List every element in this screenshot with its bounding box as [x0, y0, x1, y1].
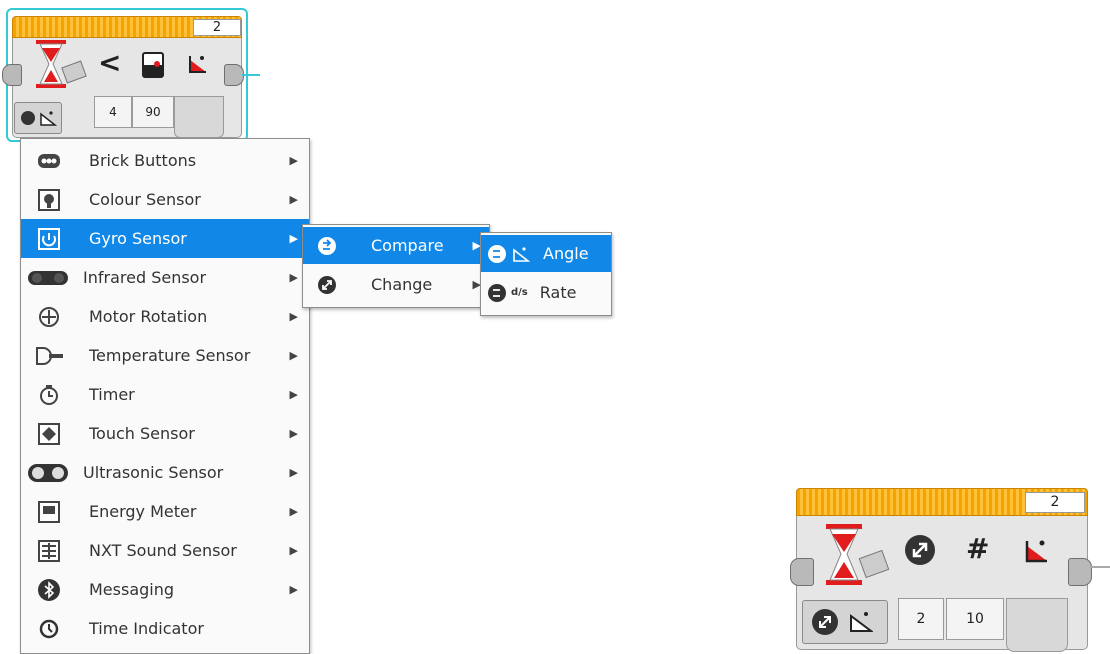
- compare-icon: [313, 232, 341, 260]
- brick-buttons-icon: [35, 147, 63, 175]
- change-icon: [905, 535, 935, 565]
- gyro-sensor-icon: [142, 52, 164, 78]
- colour-sensor-icon: [35, 186, 63, 214]
- submenu-item-change[interactable]: Change ▶: [303, 266, 489, 303]
- submenu-item-rate[interactable]: d/s Rate: [481, 274, 611, 311]
- infrared-sensor-icon: [27, 264, 69, 292]
- output-plug[interactable]: [174, 96, 224, 138]
- angle-icon: [511, 240, 531, 268]
- wait-block-top[interactable]: 2 < 4 90: [2, 8, 260, 142]
- sequence-output-connector[interactable]: [224, 64, 244, 86]
- gyro-submenu: Compare ▶ Change ▶: [302, 224, 490, 308]
- gyro-sensor-icon: [35, 225, 63, 253]
- menu-item-energy-meter[interactable]: Energy Meter ▶: [21, 492, 309, 531]
- menu-item-motor-rotation[interactable]: Motor Rotation ▶: [21, 297, 309, 336]
- menu-item-nxt-sound-sensor[interactable]: NXT Sound Sensor ▶: [21, 531, 309, 570]
- mode-selector-button[interactable]: [802, 600, 888, 644]
- bluetooth-icon: [35, 576, 63, 604]
- menu-item-colour-sensor[interactable]: Colour Sensor ▶: [21, 180, 309, 219]
- chevron-right-icon: ▶: [289, 193, 298, 206]
- chevron-right-icon: ▶: [289, 466, 298, 479]
- wait-hourglass-icon: [826, 524, 890, 585]
- param-amount[interactable]: 10: [946, 598, 1004, 640]
- chevron-right-icon: ▶: [289, 310, 298, 323]
- mode-selector-button[interactable]: [14, 102, 62, 134]
- chevron-right-icon: ▶: [289, 271, 298, 284]
- chevron-right-icon: ▶: [289, 154, 298, 167]
- menu-item-touch-sensor[interactable]: Touch Sensor ▶: [21, 414, 309, 453]
- sensor-context-menu: Brick Buttons ▶ Colour Sensor ▶ Gyro Senso…: [20, 138, 310, 654]
- menu-item-messaging[interactable]: Messaging ▶: [21, 570, 309, 609]
- wait-hourglass-icon: [36, 40, 87, 88]
- motor-rotation-icon: [35, 303, 63, 331]
- port-number[interactable]: 2: [193, 19, 241, 36]
- energy-meter-icon: [35, 498, 63, 526]
- wait-block-bottom[interactable]: 2 # 2 10: [790, 488, 1110, 653]
- chevron-right-icon: ▶: [289, 388, 298, 401]
- menu-item-ultrasonic-sensor[interactable]: Ultrasonic Sensor ▶: [21, 453, 309, 492]
- ultrasonic-sensor-icon: [27, 459, 69, 487]
- param-threshold[interactable]: 90: [132, 96, 174, 128]
- time-indicator-icon: [35, 615, 63, 643]
- sequence-input-connector[interactable]: [2, 64, 22, 86]
- gyro-mode-icon: [487, 279, 507, 307]
- menu-item-time-indicator[interactable]: Time Indicator: [21, 609, 309, 648]
- change-type-symbol: #: [966, 532, 990, 565]
- angle-icon: [189, 56, 206, 73]
- temperature-sensor-icon: [35, 342, 63, 370]
- chevron-right-icon: ▶: [289, 544, 298, 557]
- menu-item-brick-buttons[interactable]: Brick Buttons ▶: [21, 141, 309, 180]
- timer-icon: [35, 381, 63, 409]
- menu-item-timer[interactable]: Timer ▶: [21, 375, 309, 414]
- port-number[interactable]: 2: [1025, 492, 1085, 513]
- touch-sensor-icon: [35, 420, 63, 448]
- sequence-input-connector[interactable]: [790, 558, 814, 586]
- nxt-sound-sensor-icon: [35, 537, 63, 565]
- chevron-right-icon: ▶: [289, 232, 298, 245]
- chevron-right-icon: ▶: [289, 583, 298, 596]
- compare-submenu: Angle d/s Rate: [480, 232, 612, 316]
- param-port[interactable]: 4: [94, 96, 132, 128]
- chevron-right-icon: ▶: [289, 349, 298, 362]
- menu-item-gyro-sensor[interactable]: Gyro Sensor ▶: [21, 219, 309, 258]
- submenu-item-angle[interactable]: Angle: [481, 235, 611, 272]
- submenu-item-compare[interactable]: Compare ▶: [303, 227, 489, 264]
- menu-item-infrared-sensor[interactable]: Infrared Sensor ▶: [21, 258, 309, 297]
- port-selector-bar[interactable]: 2: [12, 16, 242, 38]
- port-selector-bar[interactable]: 2: [796, 488, 1088, 516]
- output-plug[interactable]: [1006, 598, 1068, 652]
- angle-icon: [1025, 540, 1047, 563]
- chevron-right-icon: ▶: [289, 427, 298, 440]
- compare-operator: <: [98, 46, 122, 79]
- sequence-output-connector[interactable]: [1068, 558, 1092, 586]
- chevron-right-icon: ▶: [289, 505, 298, 518]
- change-icon: [313, 271, 341, 299]
- gyro-mode-icon: [487, 240, 507, 268]
- rate-icon: d/s: [511, 287, 528, 298]
- param-port[interactable]: 2: [898, 598, 944, 640]
- menu-item-temperature-sensor[interactable]: Temperature Sensor ▶: [21, 336, 309, 375]
